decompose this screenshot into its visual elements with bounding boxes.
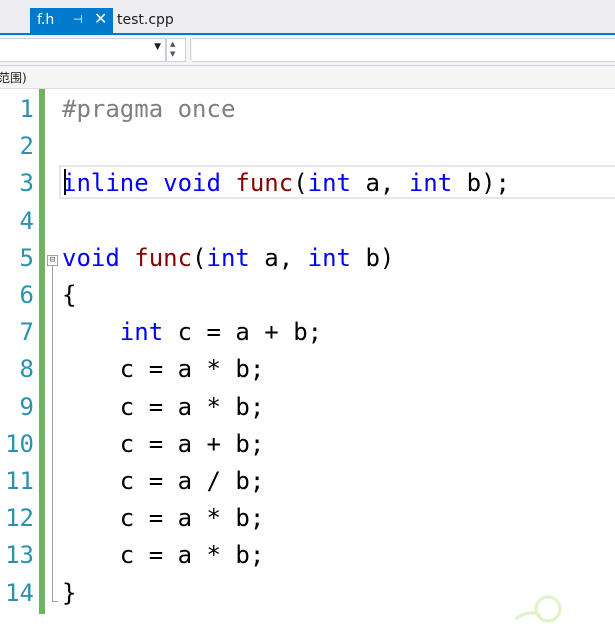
scope-label: 范围) (0, 71, 27, 85)
code-token: func (134, 243, 193, 272)
outline-guide-end (52, 601, 58, 602)
code-editor[interactable]: 1 2 3 4 5 6 7 8 9 10 11 12 13 14 ⊟ #pragma once inline… (0, 89, 615, 623)
code-token: ( (293, 169, 308, 198)
code-line[interactable]: c = a * b; (62, 537, 265, 574)
code-token: a, (351, 169, 409, 198)
spin-button[interactable]: ▲ ▼ (166, 38, 186, 62)
code-token: { (62, 281, 77, 309)
code-token: c = a * b; (62, 355, 265, 384)
code-line[interactable]: void func(int a, int b) (62, 240, 394, 277)
code-token: #pragma (62, 95, 164, 123)
code-token: c = a * b; (62, 541, 265, 570)
code-token: ( (192, 243, 207, 272)
line-number: 7 (19, 318, 34, 347)
line-number: 9 (19, 392, 34, 421)
code-token: void (62, 243, 120, 272)
code-token: void (163, 169, 221, 198)
code-line[interactable]: inline void func(int a, int b); (62, 165, 510, 202)
code-line[interactable]: c = a * b; (62, 389, 265, 426)
code-token: int (408, 169, 453, 198)
close-icon[interactable]: ✕ (94, 10, 107, 28)
line-number: 10 (5, 429, 34, 458)
document-tab-strip: f.h ⊣ ✕ test.cpp (0, 0, 615, 33)
code-token: inline (62, 169, 149, 198)
watermark-logo-icon (514, 595, 562, 623)
code-token: c = a / b; (62, 467, 265, 495)
code-token: c = a + b; (163, 318, 323, 347)
code-line[interactable]: c = a / b; (62, 463, 265, 500)
tab-label: f.h (37, 12, 55, 28)
code-token: c = a + b; (62, 429, 265, 458)
code-token: b); (452, 169, 510, 198)
code-line[interactable]: #pragma once (62, 91, 235, 128)
tab-f-h[interactable]: f.h ⊣ ✕ (30, 8, 113, 33)
line-number: 3 (19, 169, 34, 198)
line-number: 2 (19, 132, 34, 161)
code-token: once (177, 95, 236, 123)
scope-dropdown[interactable]: ▼ (0, 38, 166, 62)
code-token: c = a * b; (62, 504, 265, 533)
code-line[interactable]: int c = a + b; (62, 314, 322, 351)
code-token: b) (351, 243, 395, 272)
code-token: int (307, 243, 352, 272)
code-line[interactable]: c = a + b; (62, 426, 265, 463)
navigation-bar: ▼ ▲ ▼ (0, 35, 615, 66)
tab-test-cpp[interactable]: test.cpp (113, 8, 193, 33)
chevron-down-icon[interactable]: ▼ (154, 42, 161, 52)
code-token: int (206, 243, 250, 272)
line-number: 14 (5, 578, 34, 607)
line-number: 13 (5, 541, 34, 570)
code-token: } (62, 578, 77, 607)
code-token: int (119, 318, 164, 347)
code-line[interactable]: } (62, 575, 76, 612)
line-number: 11 (5, 467, 34, 495)
pin-icon[interactable]: ⊣ (73, 13, 83, 27)
scope-bar: 范围) (0, 66, 615, 89)
code-token: func (235, 169, 294, 198)
code-line[interactable]: c = a * b; (62, 351, 265, 388)
change-tracking-bar (39, 89, 45, 614)
member-dropdown[interactable] (192, 38, 615, 62)
code-token: c = a * b; (62, 392, 265, 421)
spin-down-icon[interactable]: ▼ (170, 50, 175, 58)
tab-label: test.cpp (117, 12, 174, 28)
line-number: 1 (19, 95, 34, 123)
code-token: int (307, 169, 352, 198)
code-line[interactable]: { (62, 277, 76, 314)
nav-divider (190, 38, 191, 60)
line-number: 8 (19, 355, 34, 384)
code-token: a, (249, 243, 308, 272)
line-number: 5 (19, 243, 34, 272)
outline-guide-line (52, 265, 53, 602)
code-line[interactable]: c = a * b; (62, 500, 265, 537)
line-number: 6 (19, 281, 34, 309)
line-number: 4 (19, 206, 34, 235)
spin-up-icon[interactable]: ▲ (170, 40, 175, 48)
text-caret (64, 169, 66, 195)
line-number: 12 (5, 504, 34, 533)
